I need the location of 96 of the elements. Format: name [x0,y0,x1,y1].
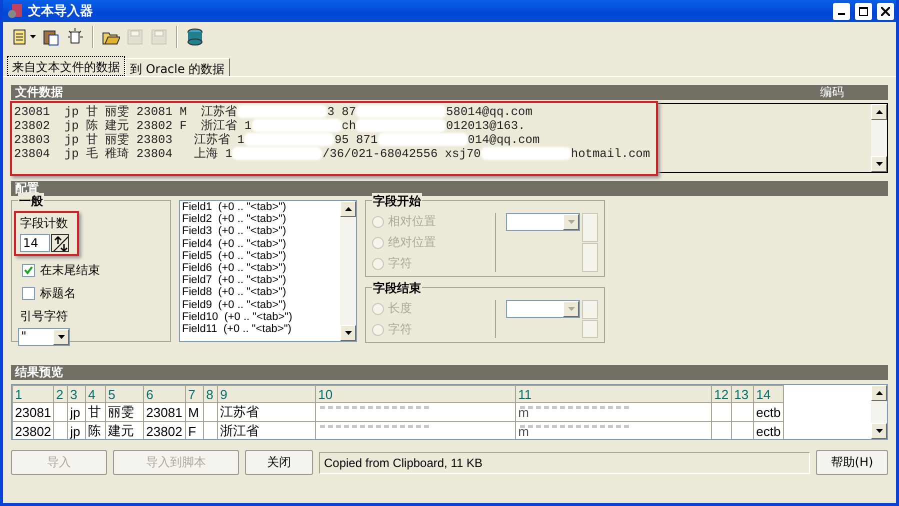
minimize-button[interactable] [833,2,850,20]
column-header[interactable]: 4 [86,386,106,402]
maximize-button[interactable] [855,2,872,20]
minimize-icon [838,13,845,15]
table-cell: 23081 [144,402,186,422]
dropdown-field[interactable] [506,300,580,318]
field-item[interactable]: Field2 (+0 .. "<tab>") [182,213,338,226]
field-item[interactable]: Field8 (+0 .. "<tab>") [182,286,338,299]
field-item[interactable]: Field9 (+0 .. "<tab>") [182,298,338,311]
scroll-up-icon[interactable] [871,104,887,120]
data-line-text: /36/021-68042556 xsj70 [322,147,481,161]
column-header[interactable]: 9 [218,386,316,402]
field-item[interactable]: Field1 (+0 .. "<tab>") [182,201,338,214]
tab[interactable]: 到 Oracle 的数据 [125,58,230,76]
encoding-label[interactable]: 编码 [820,85,844,100]
scroll-down-icon[interactable] [871,156,887,172]
column-header[interactable]: 12 [712,386,732,402]
field-item[interactable]: Field5 (+0 .. "<tab>") [182,250,338,262]
column-header[interactable]: 10 [316,386,516,402]
data-line-text: hotmail.com [570,147,650,161]
field-item[interactable]: Field4 (+0 .. "<tab>") [182,238,338,250]
checkbox[interactable]: 标题名 [22,285,164,302]
table-cell [204,402,218,422]
column-header[interactable]: 2 [54,386,68,402]
table-cell: 23802 [12,422,54,439]
quote-label: 引号字符 [20,308,69,325]
data-line-text: 3 87 [327,105,356,119]
table-cell: 丽雯 [106,402,144,422]
table-cell: ectb [754,422,784,439]
section-title: 文件数据 [15,85,63,100]
window-title: 文本导入器 [28,2,94,20]
section-title: 结果预览 [15,365,63,380]
blurred-cell: m [516,402,712,422]
column-header[interactable]: 14 [754,386,784,402]
field-item[interactable]: Field7 (+0 .. "<tab>") [182,274,338,286]
field-item[interactable]: Field10 (+0 .. "<tab>") [182,310,338,324]
table-cell: 陈 [86,422,106,439]
status-text: Copied from Clipboard, 11 KB [319,452,810,474]
field-count-label: 字段计数 [20,215,69,232]
table-cell: 23802 [144,422,186,439]
up-down-icon[interactable] [51,234,69,252]
scrollbar[interactable] [871,104,887,172]
table-cell [732,402,754,422]
quote-dropdown[interactable]: " [18,328,70,346]
scroll-down-icon[interactable] [871,423,887,439]
group-title: 一般 [18,193,44,210]
scrollbar[interactable] [871,385,887,439]
data-line-text: 95 871 [334,133,378,147]
data-line-text: ch [342,119,356,133]
column-header[interactable]: 11 [516,386,712,402]
data-line-text: 23802 jp 陈 建元 23802 F 浙江省 1 [14,119,252,133]
table-cell: jp [68,402,86,422]
scroll-up-icon[interactable] [340,201,356,217]
group-title: 字段开始 [372,193,422,210]
field-item[interactable]: Field11 (+0 .. "<tab>") [182,323,338,336]
table-cell: 23081 [12,402,54,422]
blurred-cell: m [516,422,712,439]
table-cell: 甘 [86,402,106,422]
table-cell: 江苏省 [218,402,316,422]
scrollbar[interactable] [340,201,356,341]
checkbox[interactable]: 在末尾结束 [22,262,164,279]
section-title: 配置 [15,181,39,195]
scroll-up-icon[interactable] [871,385,887,401]
scroll-down-icon[interactable] [340,325,356,341]
data-line-text: 58014@qq.com [446,105,532,119]
table-cell: 建元 [106,422,144,439]
column-header[interactable]: 7 [186,386,204,402]
data-line-text: 014@qq.com [468,133,540,147]
data-line-text: 012013@163. [446,119,526,133]
column-header[interactable]: 8 [204,386,218,402]
close-button[interactable] [877,2,894,20]
table-cell [712,402,732,422]
field-item[interactable]: Field3 (+0 .. "<tab>") [182,225,338,238]
maximize-icon [859,6,868,16]
dropdown-field[interactable] [506,213,580,231]
table-cell: M [186,402,204,422]
table-cell: jp [68,422,86,439]
field-count-input[interactable]: 14 [20,234,50,252]
check-icon [24,266,33,275]
column-header[interactable]: 13 [732,386,754,402]
data-line-text: 23081 jp 甘 丽雯 23081 M 江苏省 [14,105,238,119]
column-header[interactable]: 5 [106,386,144,402]
app-icon [7,3,23,19]
column-header[interactable]: 1 [12,386,54,402]
field-item[interactable]: Field6 (+0 .. "<tab>") [182,262,338,274]
dialog-button[interactable]: 关闭 [245,450,313,475]
group-title: 字段结束 [372,280,422,297]
column-header[interactable]: 6 [144,386,186,402]
data-line-text: 23803 jp 甘 丽雯 23803 江苏省 1 [14,133,244,147]
table-cell [54,402,68,422]
help-button[interactable]: 帮助(H) [816,450,888,475]
column-header[interactable]: 3 [68,386,86,402]
table-cell: ectb [754,402,784,422]
data-line-text: 23804 jp 毛 稚琦 23804 上海 1 [14,147,232,161]
tab[interactable]: 来自文本文件的数据 [7,56,125,76]
close-icon [881,6,890,16]
